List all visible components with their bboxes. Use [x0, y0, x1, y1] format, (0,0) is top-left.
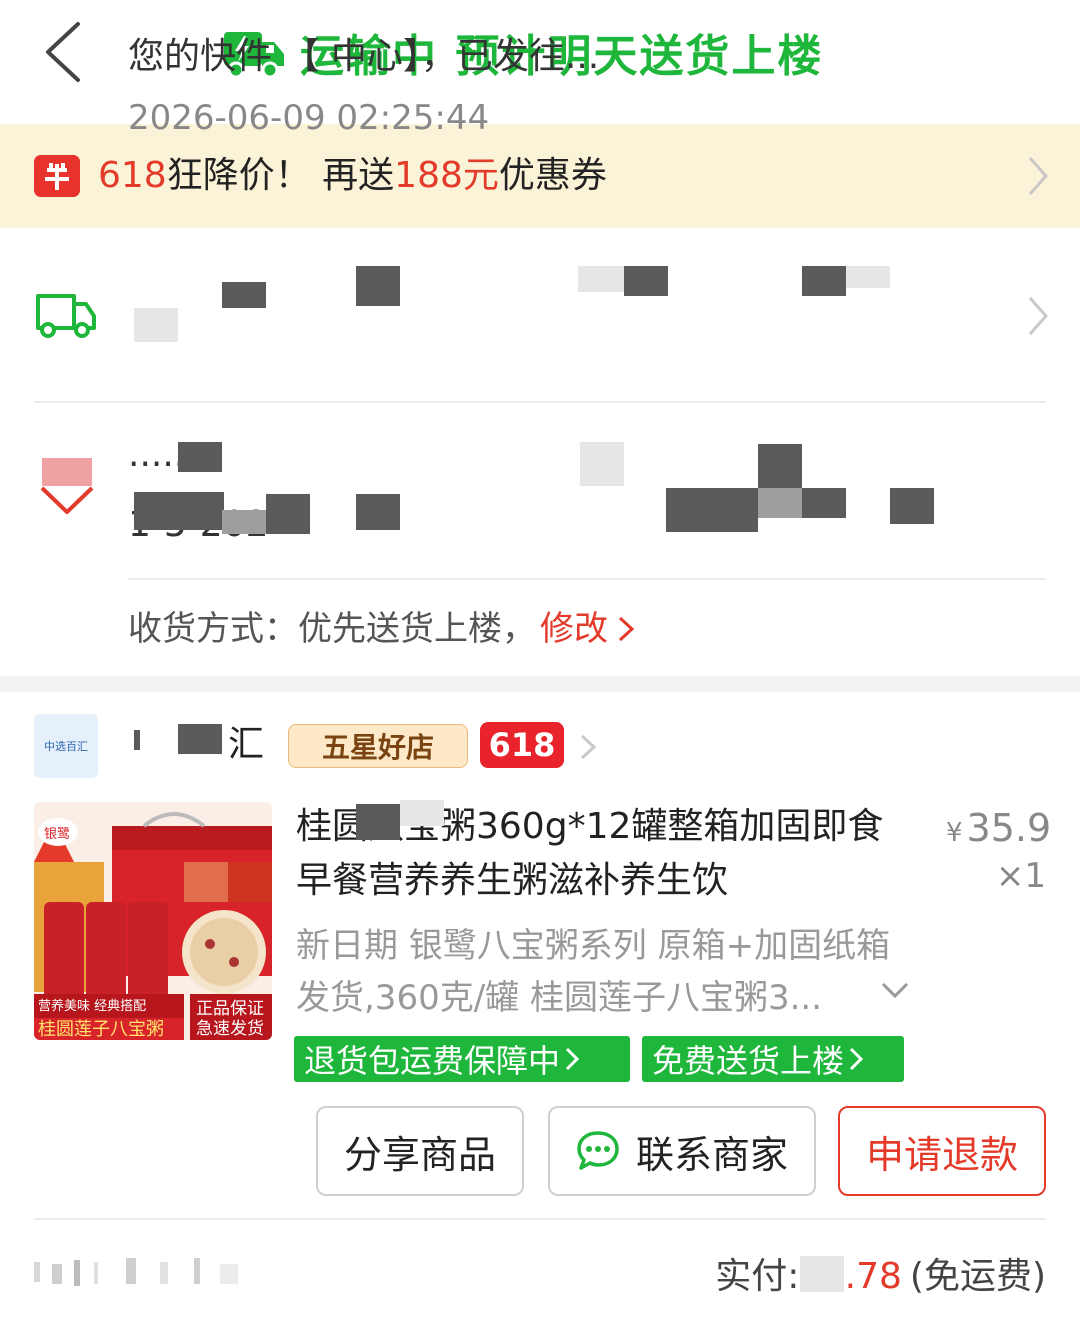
privacy-mask — [758, 444, 802, 488]
shop-logo[interactable]: 中选百汇 — [34, 714, 98, 778]
image-caption: 桂圆莲子八宝粥 — [38, 1019, 164, 1040]
privacy-mask — [222, 282, 266, 308]
contact-seller-button[interactable]: 联系商家 — [548, 1106, 816, 1196]
product-image[interactable]: 营养美味 经典搭配 桂圆莲子八宝粥 正品保证 急速发货 银鹭 — [34, 802, 272, 1040]
price-symbol: ¥ — [946, 818, 963, 848]
shipping-note: (免运费) — [909, 1256, 1046, 1297]
location-pin-icon — [40, 458, 94, 516]
delivery-method: 收货方式：优先送货上楼， 修改 — [128, 604, 636, 654]
privacy-mask — [134, 308, 178, 342]
image-caption: 急速发货 — [196, 1019, 264, 1039]
privacy-mask — [266, 494, 310, 534]
privacy-mask — [580, 442, 624, 486]
campaign-618-badge: 618 — [480, 722, 564, 768]
paid-label: 实付: — [715, 1256, 800, 1297]
promo-end: 优惠券 — [498, 155, 607, 196]
privacy-mask — [758, 488, 802, 518]
share-product-button[interactable]: 分享商品 — [316, 1106, 524, 1196]
request-refund-button[interactable]: 申请退款 — [838, 1106, 1046, 1196]
privacy-mask — [178, 442, 222, 472]
product-spec[interactable]: 新日期 银鹭八宝粥系列 原箱+加固纸箱发货,360克/罐 桂圆莲子八宝粥3... — [296, 920, 896, 1024]
chevron-down-icon[interactable] — [880, 980, 910, 1000]
delivery-method-label: 收货方式：优先送货上楼， — [128, 609, 536, 649]
privacy-mask — [134, 730, 140, 750]
divider — [34, 401, 1046, 403]
return-shipping-tag[interactable]: 退货包运费保障中 — [294, 1036, 630, 1082]
shop-name[interactable]: 汇 — [228, 720, 264, 770]
chevron-right-icon — [565, 1047, 580, 1071]
promo-amount: 188元 — [394, 155, 499, 196]
privacy-mask — [624, 266, 668, 296]
privacy-mask — [802, 266, 846, 296]
chevron-right-icon[interactable] — [578, 732, 598, 762]
section-gap — [0, 676, 1080, 692]
privacy-mask — [666, 488, 758, 532]
paid-summary: 实付: ¥ .78 (免运费) — [715, 1252, 1046, 1304]
logistics-time: 2026-06-09 02:25:44 — [128, 98, 490, 138]
product-illustration: 营养美味 经典搭配 桂圆莲子八宝粥 正品保证 急速发货 银鹭 — [34, 802, 272, 1040]
back-chevron-icon[interactable] — [36, 18, 96, 86]
five-star-shop-badge: 五星好店 — [288, 724, 468, 768]
privacy-mask — [356, 804, 400, 840]
contact-seller-label: 联系商家 — [635, 1132, 788, 1177]
privacy-mask — [400, 800, 444, 826]
free-delivery-tag[interactable]: 免费送货上楼 — [642, 1036, 904, 1082]
privacy-mask — [890, 488, 934, 524]
privacy-mask — [222, 510, 266, 534]
blurred-order-info — [34, 1258, 238, 1286]
coupon-badge-icon — [34, 155, 80, 197]
chevron-right-icon — [1028, 297, 1049, 335]
promo-mid: 狂降价！ 再送 — [166, 155, 395, 196]
chevron-right-icon — [1028, 157, 1049, 195]
promo-text: 618狂降价！ 再送188元优惠券 — [98, 148, 607, 204]
privacy-mask — [800, 1256, 844, 1292]
price-value: 35.9 — [966, 806, 1052, 850]
image-caption: 正品保证 — [196, 999, 264, 1019]
chevron-right-icon[interactable] — [616, 614, 636, 644]
truck-outline-icon — [36, 294, 96, 338]
privacy-mask — [356, 494, 400, 530]
address-recipient: ...... — [128, 434, 197, 475]
logistics-message: 您的快件 【 中心】，已发往... — [128, 36, 600, 77]
divider — [34, 1218, 1046, 1220]
modify-link[interactable]: 修改 — [540, 604, 608, 654]
image-brand: 银鹭 — [44, 826, 70, 842]
privacy-mask — [846, 266, 890, 288]
chevron-right-icon — [849, 1047, 864, 1071]
privacy-mask — [134, 492, 224, 530]
privacy-mask — [802, 488, 846, 518]
image-caption: 营养美味 经典搭配 — [38, 998, 146, 1014]
privacy-mask — [178, 724, 222, 754]
chat-bubble-icon — [577, 1131, 619, 1170]
product-quantity: ×1 — [995, 856, 1046, 896]
privacy-mask — [356, 266, 400, 306]
product-price: ¥35.9 — [946, 806, 1051, 850]
promo-618: 618 — [98, 155, 167, 196]
privacy-mask — [578, 266, 624, 292]
divider — [128, 578, 1046, 580]
